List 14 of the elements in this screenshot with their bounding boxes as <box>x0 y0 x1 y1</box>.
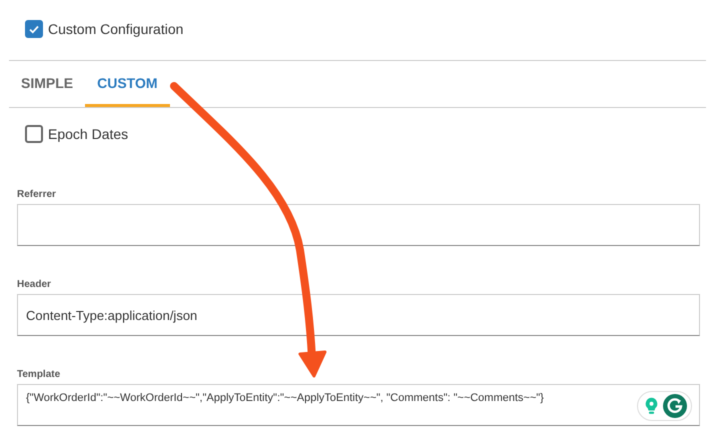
tab[interactable]: CUSTOM <box>85 61 170 107</box>
bulb-icon <box>644 397 659 415</box>
checkbox[interactable] <box>25 125 43 143</box>
input-field[interactable]: Content-Type:application/json <box>17 294 700 336</box>
field-label: Header <box>17 279 52 292</box>
checkbox[interactable] <box>25 20 43 38</box>
field-label: Referrer <box>17 189 57 202</box>
field-label: Template <box>17 369 62 382</box>
writing-assistant-badge[interactable] <box>637 391 692 421</box>
input-field[interactable]: {"WorkOrderId":"~~WorkOrderId~~","ApplyToEntity":"~~ApplyToEntity~~", "Comments": "~~Comments~~"} <box>17 384 700 426</box>
checkbox-label: Epoch Dates <box>48 126 128 142</box>
tab[interactable]: SIMPLE <box>9 61 86 107</box>
checkbox-label: Custom Configuration <box>48 21 184 37</box>
input-field[interactable] <box>17 204 700 246</box>
